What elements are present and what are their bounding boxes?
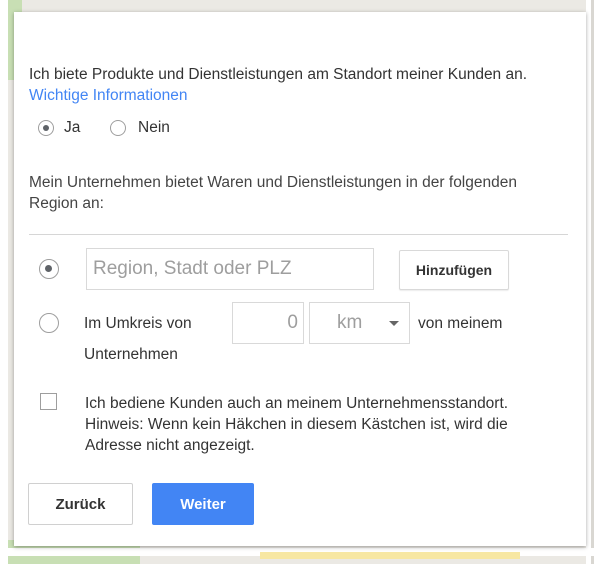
customer-location-text: Ich bediene Kunden auch an meinem Untern… (85, 395, 509, 454)
radius-input[interactable] (233, 303, 303, 343)
region-description: Mein Unternehmen bietet Waren und Dienst… (29, 174, 517, 212)
radio-region[interactable] (39, 259, 59, 279)
unit-select[interactable]: km (309, 302, 410, 344)
intro-question: Ich biete Produkte und Dienstleistungen … (29, 66, 528, 83)
add-region-button[interactable]: Hinzufügen (399, 250, 509, 290)
radio-no-label: Nein (138, 119, 170, 136)
service-area-dialog: Ich biete Produkte und Dienstleistungen … (14, 12, 586, 546)
radio-no[interactable] (110, 120, 126, 136)
region-input[interactable] (87, 249, 373, 289)
back-button[interactable]: Zurück (28, 483, 133, 525)
important-info-link[interactable]: Wichtige Informationen (29, 87, 188, 104)
next-button[interactable]: Weiter (152, 483, 254, 525)
radius-input-wrapper (232, 302, 304, 344)
customer-location-checkbox[interactable] (40, 393, 57, 410)
radius-suffix: von meinem (418, 315, 503, 332)
intro-text: Ich biete Produkte und Dienstleistungen … (29, 64, 549, 106)
unit-select-value: km (337, 312, 363, 333)
radius-prefix: Im Umkreis von (84, 315, 192, 332)
divider (29, 234, 568, 235)
chevron-down-icon (389, 321, 399, 326)
radio-radius[interactable] (39, 313, 59, 333)
radius-suffix-2: Unternehmen (84, 346, 178, 363)
radio-yes[interactable] (38, 120, 54, 136)
radio-yes-label: Ja (64, 119, 81, 136)
region-input-wrapper (86, 248, 374, 290)
